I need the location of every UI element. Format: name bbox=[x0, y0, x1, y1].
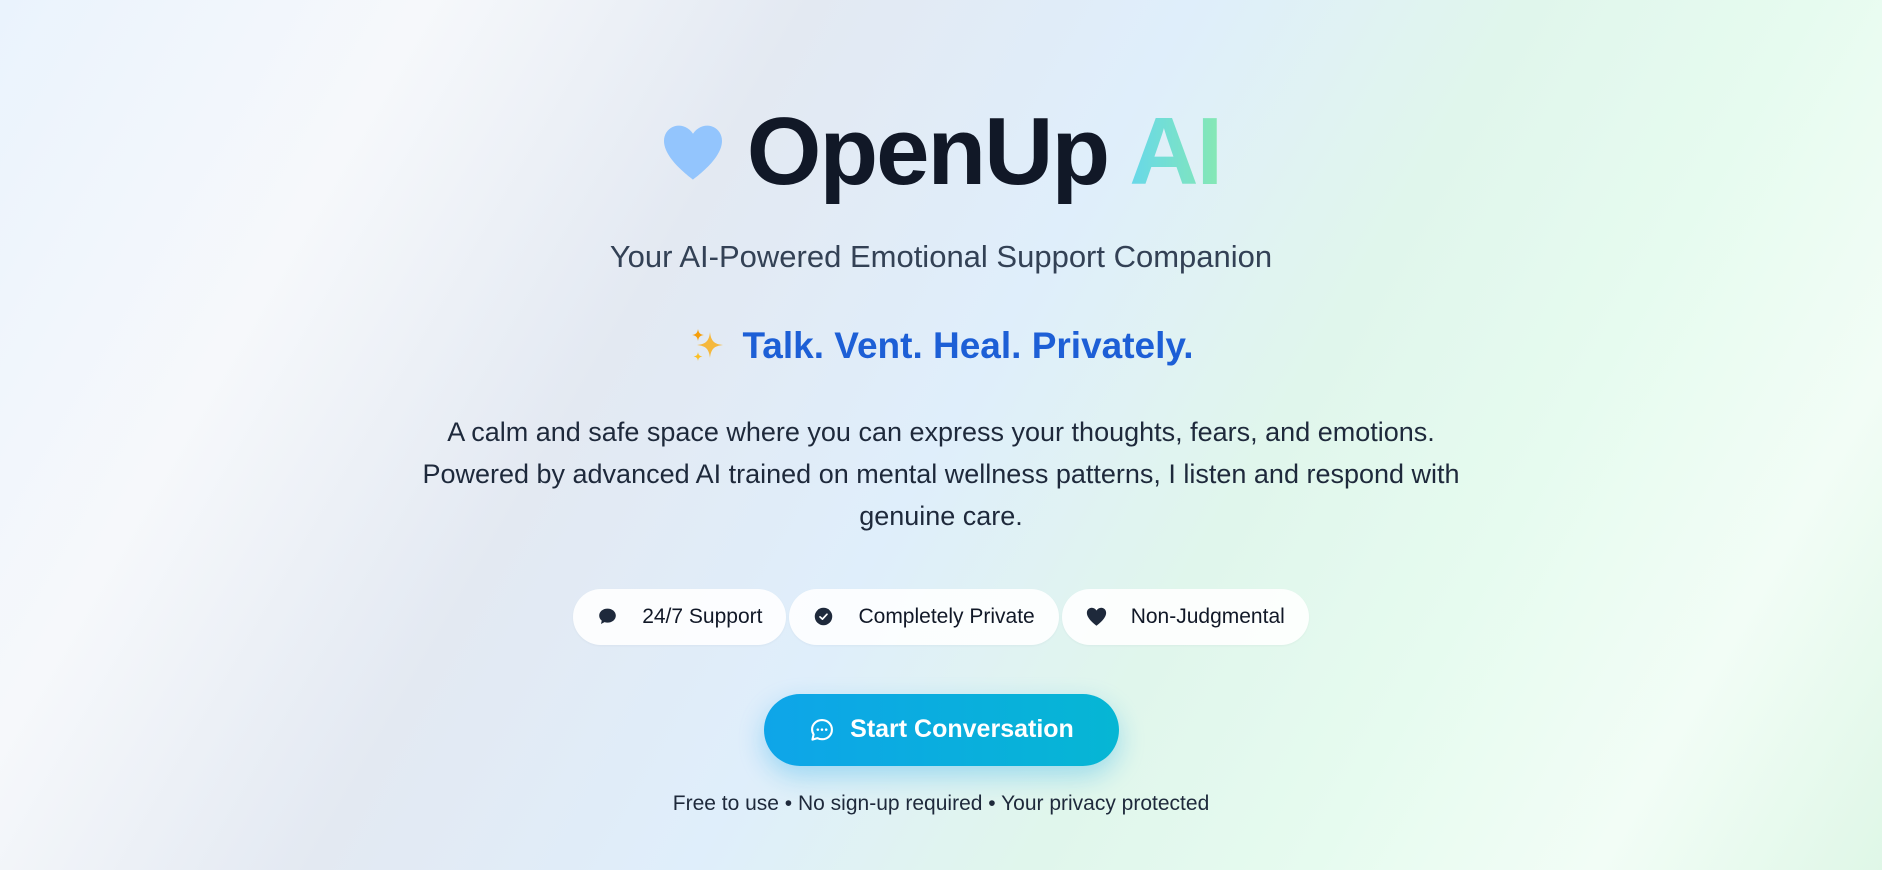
footnote: Free to use • No sign-up required • Your… bbox=[672, 791, 1210, 815]
feature-pills: 24/7 Support Completely Private Non-Judg… bbox=[573, 588, 1309, 645]
cta-label: Start Conversation bbox=[850, 715, 1074, 744]
start-conversation-button[interactable]: Start Conversation bbox=[763, 693, 1119, 766]
chat-bubble-icon bbox=[597, 606, 618, 627]
description: A calm and safe space where you can expr… bbox=[371, 411, 1511, 537]
tagline: Talk. Vent. Heal. Privately. bbox=[688, 324, 1194, 368]
feature-pill-nonjudgmental: Non-Judgmental bbox=[1061, 588, 1309, 645]
feature-label: Non-Judgmental bbox=[1130, 604, 1285, 628]
sparkles-icon bbox=[688, 326, 728, 366]
feature-label: 24/7 Support bbox=[642, 604, 763, 628]
check-badge-icon bbox=[813, 606, 834, 627]
description-line: genuine care. bbox=[859, 500, 1023, 531]
chat-icon bbox=[808, 716, 836, 744]
description-line: A calm and safe space where you can expr… bbox=[447, 416, 1435, 447]
heart-icon bbox=[1086, 606, 1107, 627]
app-title-main: OpenUp bbox=[746, 98, 1110, 205]
description-line: Powered by advanced AI trained on mental… bbox=[422, 458, 1460, 489]
feature-pill-support: 24/7 Support bbox=[573, 588, 787, 645]
subtitle: Your AI-Powered Emotional Support Compan… bbox=[609, 239, 1273, 274]
heart-icon bbox=[661, 123, 725, 181]
app-title-accent: AI bbox=[1129, 98, 1223, 205]
brand-header: OpenUp AI bbox=[661, 100, 1223, 204]
app-title: OpenUp AI bbox=[747, 104, 1223, 200]
tagline-text: Talk. Vent. Heal. Privately. bbox=[742, 325, 1194, 367]
hero-section: OpenUp AI Your AI-Powered Emotional Supp… bbox=[0, 0, 1882, 870]
feature-pill-private: Completely Private bbox=[789, 588, 1059, 645]
feature-label: Completely Private bbox=[858, 604, 1035, 628]
